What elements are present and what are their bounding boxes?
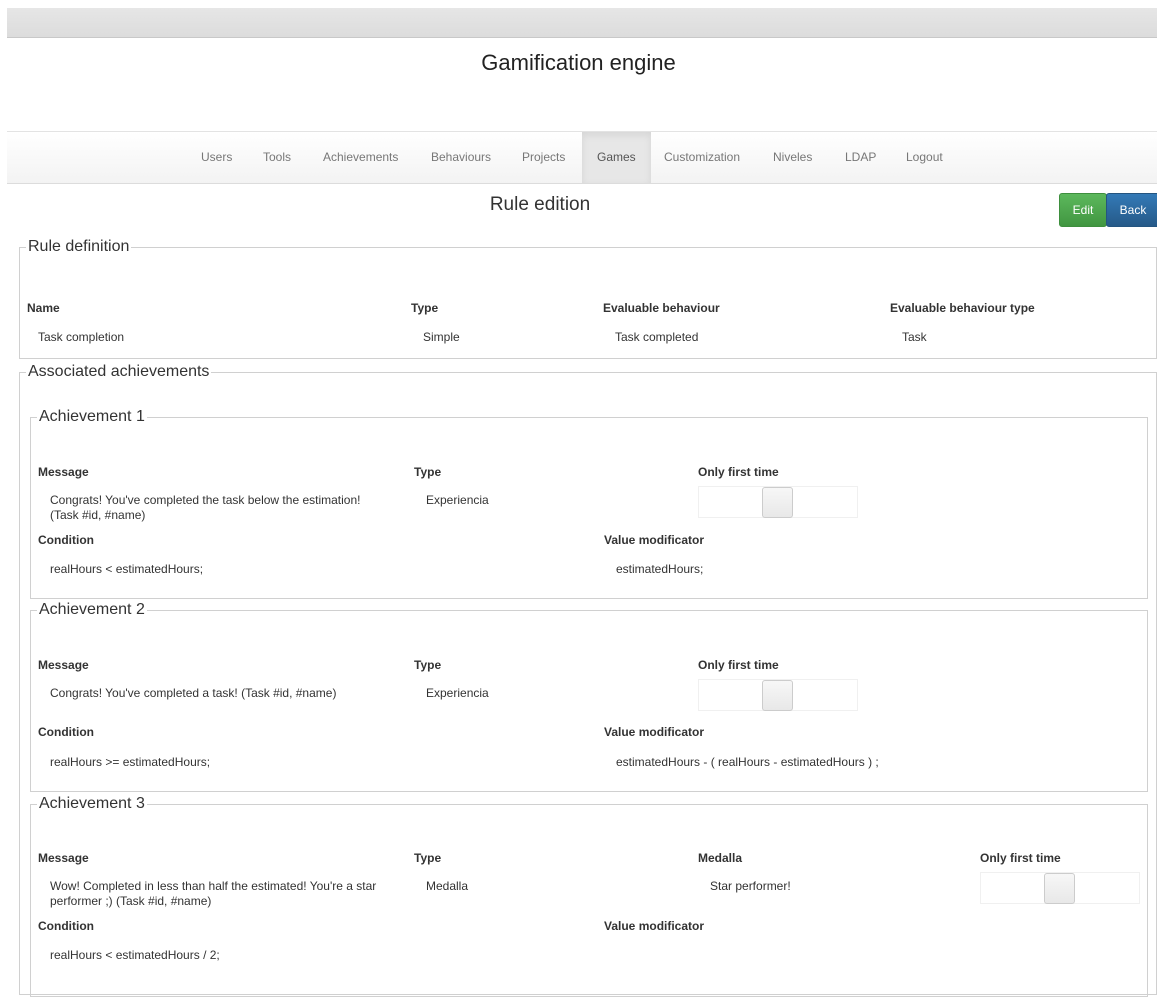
achievement-condition: realHours >= estimatedHours; [50,755,211,769]
only-first-time-toggle[interactable] [698,679,858,711]
only-first-time-label: Only first time [698,658,779,672]
rule-definition-legend: Rule definition [28,238,130,255]
type-label: Type [414,465,442,479]
nav-item-achievements[interactable]: Achievements [323,132,398,183]
value-modificator-label: Value modificator [604,919,705,933]
achievement-medalla: Star performer! [710,879,791,893]
nav-item-tools[interactable]: Tools [263,132,291,183]
achievement-legend: Achievement 3 [39,795,145,812]
nav-item-logout[interactable]: Logout [906,132,943,183]
nav-item-projects[interactable]: Projects [522,132,565,183]
toggle-knob[interactable] [762,487,793,518]
achievement-card: Achievement 3 Message Type Medalla Only … [30,795,1148,997]
achievement-message: Wow! Completed in less than half the est… [50,879,377,908]
rule-definition-section: Rule definition Name Type Evaluable beha… [19,238,1157,359]
achievement-type: Experiencia [426,686,489,700]
rule-behaviour-value: Task completed [615,330,699,344]
only-first-time-label: Only first time [980,851,1061,865]
condition-label: Condition [38,919,94,933]
page-title: Rule edition [489,194,591,215]
achievement-condition: realHours < estimatedHours; [50,562,204,576]
main-navbar: Users Tools Achievements Behaviours Proj… [7,131,1157,184]
type-label: Type [414,851,442,865]
browser-top-bar [7,8,1157,38]
associated-achievements-legend: Associated achievements [28,363,210,380]
app-title: Gamification engine [481,50,676,75]
achievement-card: Achievement 2 Message Type Only first ti… [30,601,1148,792]
edit-button[interactable]: Edit [1059,193,1107,227]
rule-name-value: Task completion [38,330,125,344]
nav-item-ldap[interactable]: LDAP [845,132,876,183]
only-first-time-toggle[interactable] [698,486,858,518]
rule-type-value: Simple [423,330,460,344]
type-label: Type [414,658,442,672]
medalla-label: Medalla [698,851,743,865]
value-modificator-label: Value modificator [604,725,705,739]
nav-item-niveles[interactable]: Niveles [773,132,812,183]
achievement-legend: Achievement 1 [39,408,145,425]
achievement-card: Achievement 1 Message Type Only first ti… [30,408,1148,599]
achievement-type: Medalla [426,879,469,893]
only-first-time-label: Only first time [698,465,779,479]
rule-behaviour-header: Evaluable behaviour [603,301,720,315]
achievement-legend: Achievement 2 [39,601,145,618]
condition-label: Condition [38,533,94,547]
message-label: Message [38,465,89,479]
toggle-knob[interactable] [762,680,793,711]
condition-label: Condition [38,725,94,739]
back-button[interactable]: Back [1106,193,1157,227]
achievement-condition: realHours < estimatedHours / 2; [50,948,220,962]
achievement-type: Experiencia [426,493,489,507]
achievement-message: Congrats! You've completed a task! (Task… [50,686,337,700]
value-modificator-label: Value modificator [604,533,705,547]
achievement-value-modificator: estimatedHours; [616,562,704,576]
rule-behaviour-type-value: Task [902,330,927,344]
rule-behaviour-type-header: Evaluable behaviour type [890,301,1035,315]
nav-item-behaviours[interactable]: Behaviours [431,132,491,183]
toggle-knob[interactable] [1044,873,1075,904]
nav-item-users[interactable]: Users [201,132,232,183]
message-label: Message [38,658,89,672]
rule-type-header: Type [411,301,439,315]
message-label: Message [38,851,89,865]
achievement-message: Congrats! You've completed the task belo… [50,493,361,522]
nav-item-customization[interactable]: Customization [664,132,740,183]
achievement-value-modificator: estimatedHours - ( realHours - estimated… [616,755,879,769]
only-first-time-toggle[interactable] [980,872,1140,904]
rule-name-header: Name [27,301,60,315]
nav-item-games[interactable]: Games [582,132,651,183]
